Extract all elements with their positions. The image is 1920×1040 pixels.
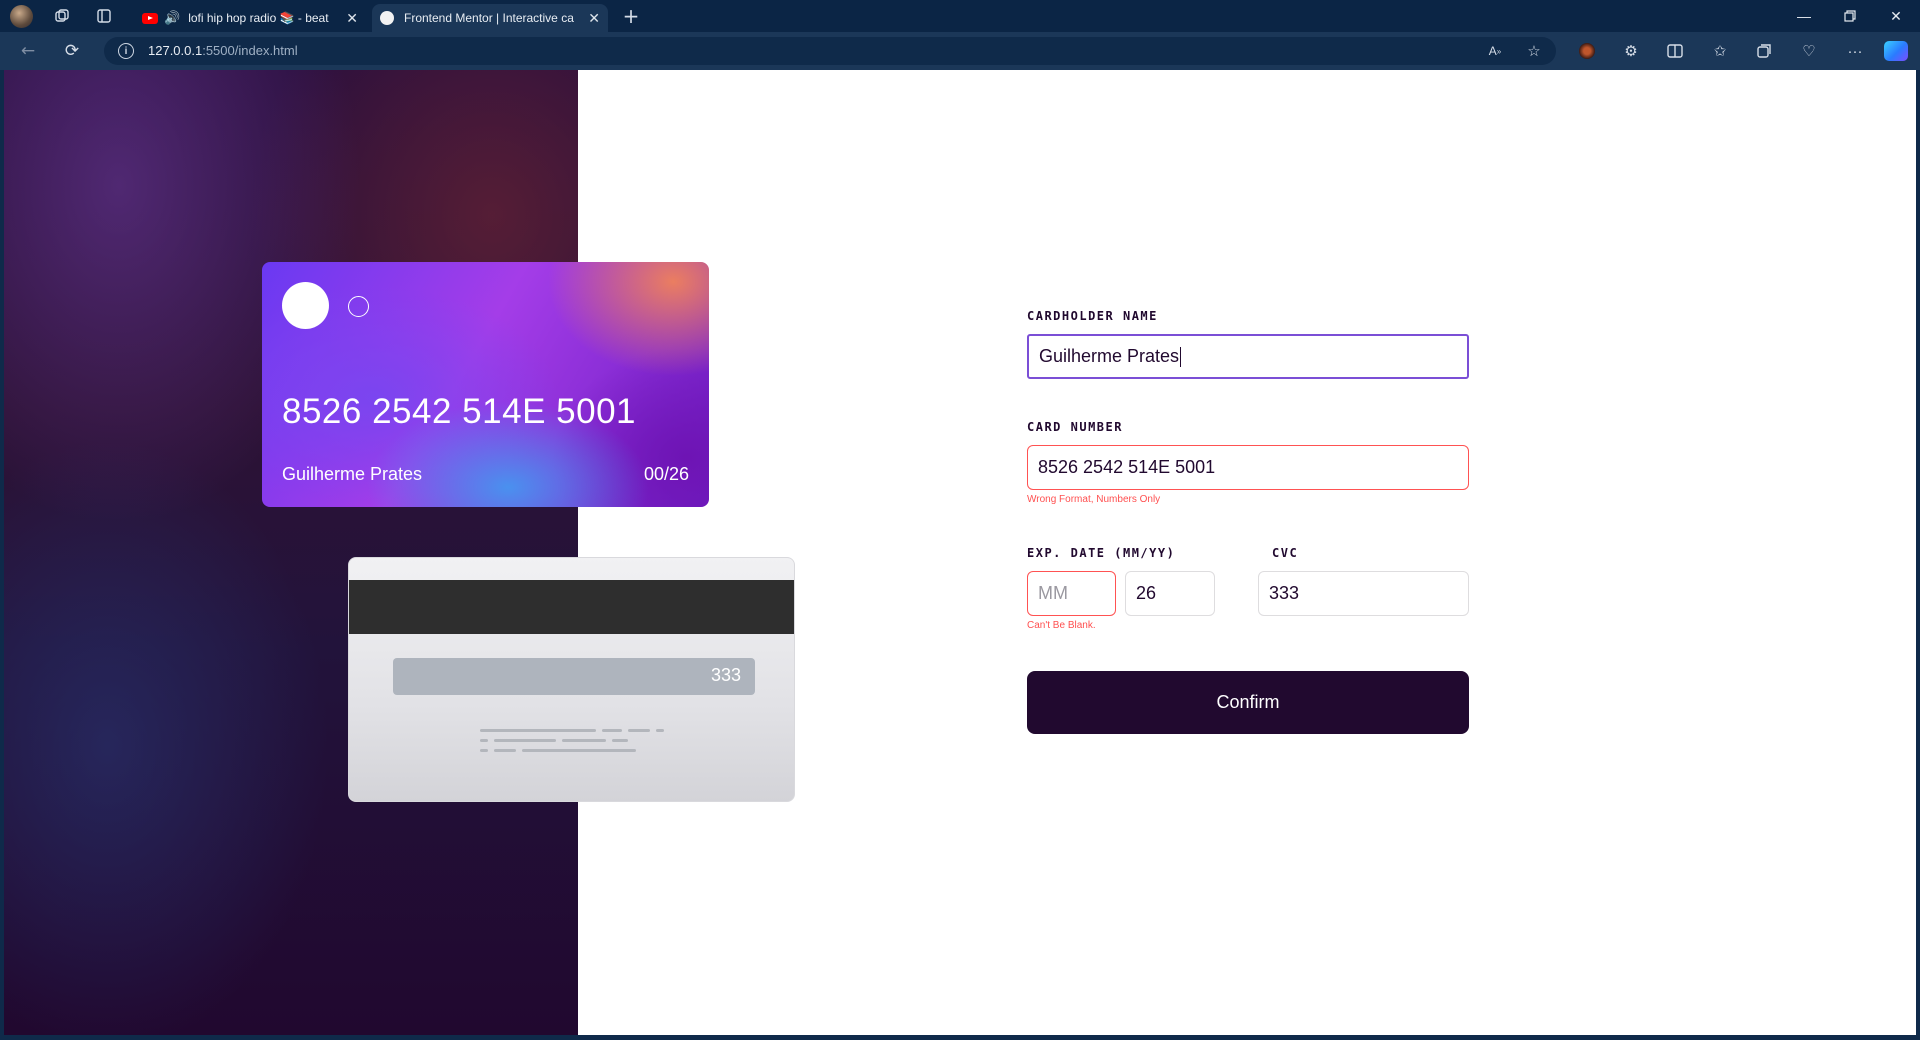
card-number-label: CARD NUMBER bbox=[1027, 420, 1123, 434]
card-back-cvc: 333 bbox=[710, 665, 741, 685]
frontend-mentor-icon bbox=[380, 11, 394, 25]
confirm-button[interactable]: Confirm bbox=[1027, 671, 1469, 734]
refresh-icon[interactable]: ⟳ bbox=[60, 40, 84, 62]
tab-lofi[interactable]: 🔊 lofi hip hop radio 📚 - beat ✕ bbox=[134, 4, 366, 32]
exp-date-label: EXP. DATE (MM/YY) bbox=[1027, 546, 1176, 560]
minimize-icon[interactable]: — bbox=[1784, 5, 1824, 27]
vertical-tabs-icon[interactable] bbox=[93, 5, 115, 27]
tab-frontend-mentor-title: Frontend Mentor | Interactive ca bbox=[404, 11, 574, 25]
card-front-number: 8526 2542 514E 5001 bbox=[282, 392, 636, 431]
extensions-puzzle-icon[interactable]: ⚙ bbox=[1620, 41, 1642, 61]
text-cursor bbox=[1180, 346, 1182, 367]
decorative-gradient-panel bbox=[4, 70, 578, 1035]
read-aloud-icon[interactable]: A» bbox=[1484, 41, 1506, 61]
tab-lofi-title: lofi hip hop radio 📚 - beat bbox=[188, 11, 329, 25]
exp-year-input[interactable]: 26 bbox=[1125, 571, 1215, 616]
card-front-expiry: 00/26 bbox=[643, 464, 689, 484]
extension-icon[interactable] bbox=[1579, 43, 1595, 59]
card-number-input[interactable]: 8526 2542 514E 5001 bbox=[1027, 445, 1469, 490]
exp-month-input[interactable]: MM bbox=[1027, 571, 1116, 616]
cardholder-name-label: CARDHOLDER NAME bbox=[1027, 309, 1158, 323]
page-viewport: 8526 2542 514E 5001 Guilherme Prates 00/… bbox=[4, 70, 1916, 1035]
favorite-star-icon[interactable]: ☆ bbox=[1523, 41, 1545, 61]
card-signature-strip: 333 bbox=[393, 658, 755, 695]
cvc-input[interactable]: 333 bbox=[1258, 571, 1469, 616]
profile-avatar[interactable] bbox=[10, 5, 33, 28]
split-screen-icon[interactable] bbox=[1664, 41, 1686, 61]
workspaces-icon[interactable] bbox=[51, 5, 73, 27]
copilot-icon[interactable] bbox=[1884, 41, 1908, 61]
new-tab-icon[interactable]: + bbox=[620, 4, 642, 28]
card-front: 8526 2542 514E 5001 Guilherme Prates 00/… bbox=[262, 262, 709, 507]
exp-date-error: Can't Be Blank. bbox=[1027, 620, 1096, 631]
restore-icon[interactable] bbox=[1830, 5, 1870, 27]
youtube-icon bbox=[142, 12, 158, 24]
card-back-fine-print bbox=[480, 729, 670, 759]
browser-address-bar: ← ⟳ i 127.0.0.1:5500/index.html A» ☆ ⚙ ✩… bbox=[0, 32, 1920, 70]
cvc-label: CVC bbox=[1272, 546, 1299, 560]
url-text: 127.0.0.1:5500/index.html bbox=[148, 43, 298, 58]
card-logo-circle-small bbox=[348, 296, 369, 317]
card-logo-circle-large bbox=[282, 282, 329, 329]
more-options-icon[interactable]: ··· bbox=[1844, 41, 1866, 61]
browser-tab-bar: 🔊 lofi hip hop radio 📚 - beat ✕ Frontend… bbox=[0, 0, 1920, 32]
close-tab-icon[interactable]: ✕ bbox=[346, 10, 358, 27]
card-number-error: Wrong Format, Numbers Only bbox=[1027, 494, 1161, 505]
close-tab-icon[interactable]: ✕ bbox=[588, 10, 600, 27]
back-icon[interactable]: ← bbox=[16, 40, 40, 62]
tab-frontend-mentor[interactable]: Frontend Mentor | Interactive ca ✕ bbox=[372, 4, 608, 32]
url-field[interactable]: i 127.0.0.1:5500/index.html bbox=[104, 37, 1556, 65]
speaker-icon[interactable]: 🔊 bbox=[164, 10, 180, 26]
site-info-icon[interactable]: i bbox=[118, 43, 134, 59]
card-back: 333 bbox=[348, 557, 795, 802]
browser-essentials-icon[interactable]: ♡ bbox=[1798, 41, 1820, 61]
collections-icon[interactable] bbox=[1753, 41, 1775, 61]
favorites-icon[interactable]: ✩ bbox=[1709, 41, 1731, 61]
cardholder-name-input[interactable]: Guilherme Prates bbox=[1027, 334, 1469, 379]
card-magnetic-stripe bbox=[349, 580, 794, 634]
card-front-name: Guilherme Prates bbox=[282, 464, 423, 484]
close-window-icon[interactable]: ✕ bbox=[1876, 5, 1916, 27]
